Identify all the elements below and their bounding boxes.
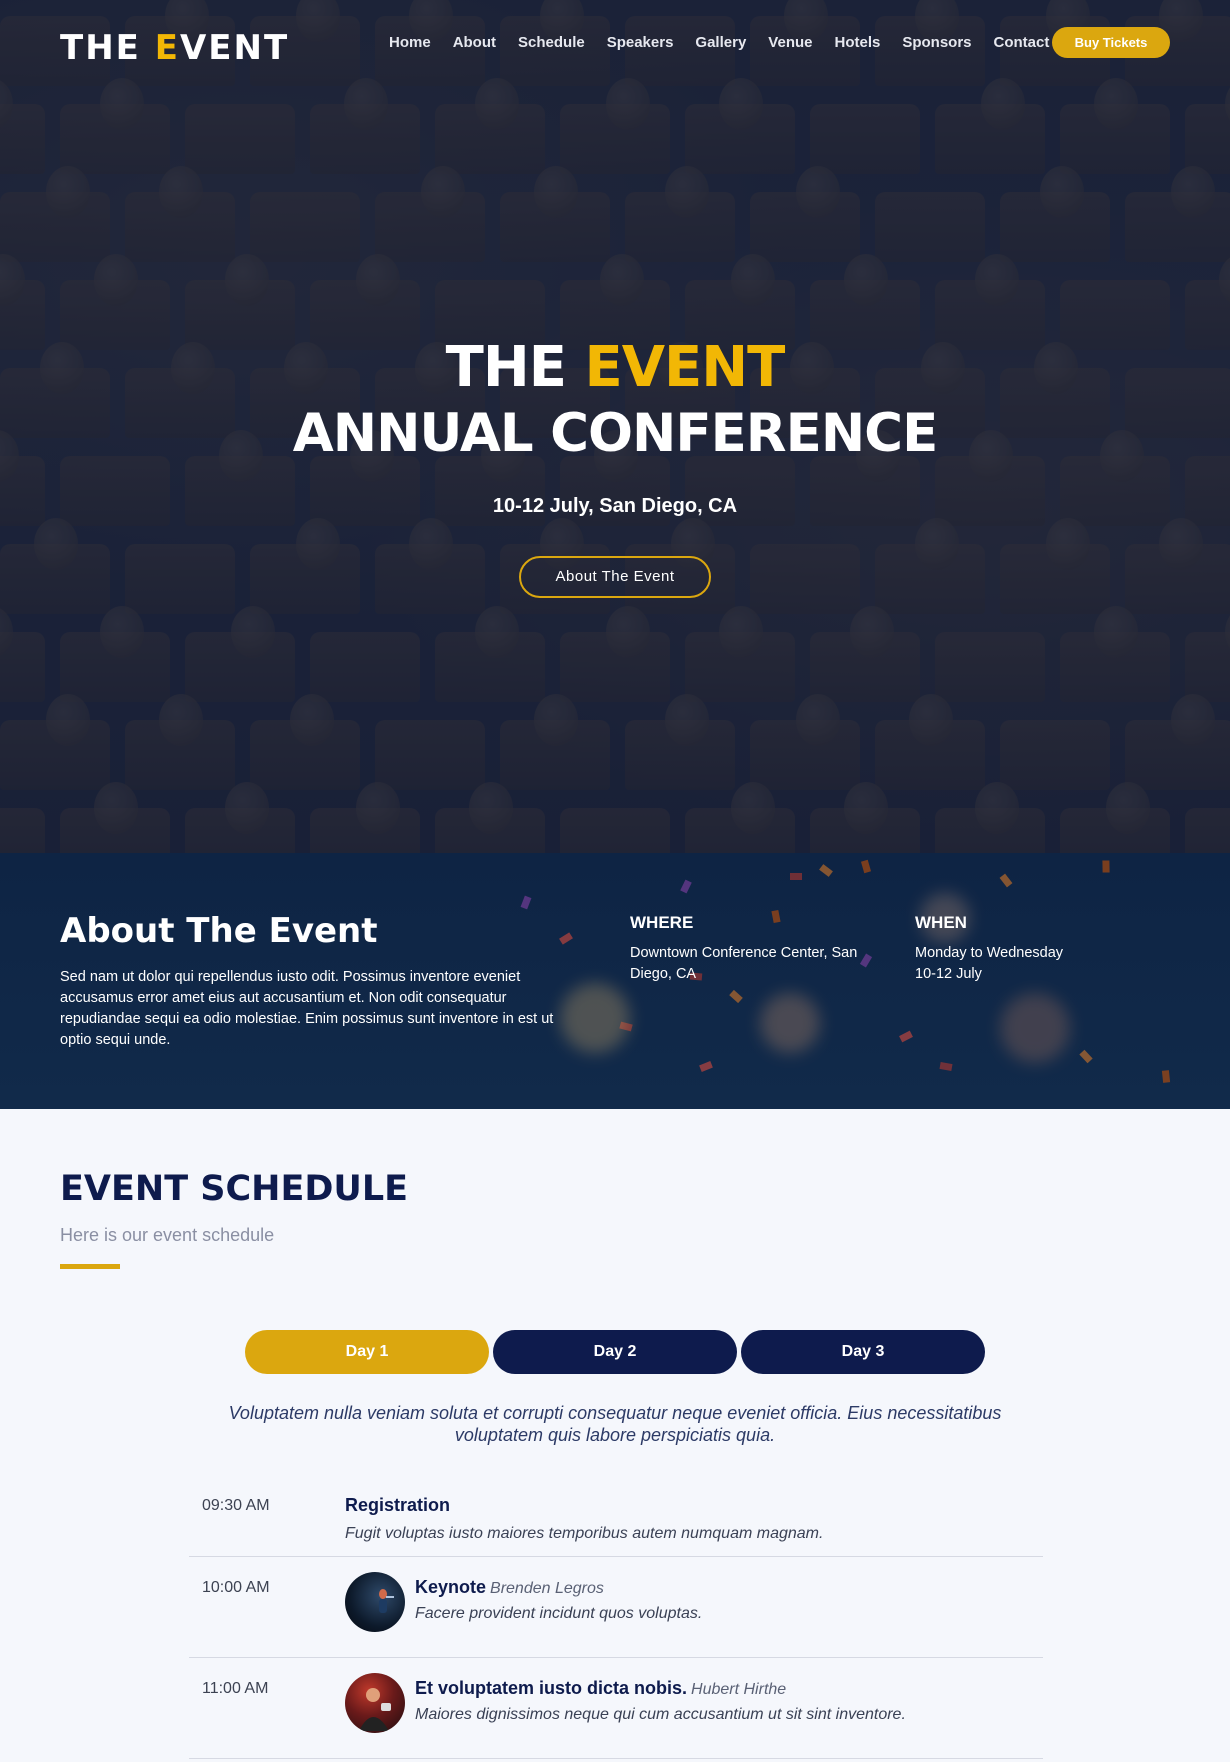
site-logo[interactable]: THE EVENT [60, 28, 289, 68]
confetti-piece [899, 1030, 913, 1043]
title-underline [60, 1264, 120, 1269]
row-title-text: Keynote [415, 1577, 487, 1597]
confetti-piece [1102, 860, 1110, 873]
logo-text-e: E [154, 28, 180, 68]
nav-link-schedule[interactable]: Schedule [507, 33, 596, 53]
speaker-avatar[interactable] [345, 1673, 405, 1733]
speaker-photo-icon [359, 1688, 391, 1731]
tab-day-1[interactable]: Day 1 [245, 1330, 489, 1374]
confetti-piece [699, 1061, 713, 1072]
row-speaker[interactable]: Hubert Hirthe [691, 1681, 786, 1698]
tab-day-3[interactable]: Day 3 [741, 1330, 985, 1374]
when-days: Monday to Wednesday [915, 945, 1064, 961]
schedule-row[interactable]: 11:00 AM Et voluptatem iusto dicta nobis… [189, 1658, 1043, 1759]
nav-link-hotels[interactable]: Hotels [823, 33, 891, 53]
nav-link-gallery[interactable]: Gallery [684, 33, 757, 53]
about-body: Sed nam ut dolor qui repellendus iusto o… [60, 969, 554, 1048]
schedule-section: EVENT SCHEDULE Here is our event schedul… [0, 1109, 1230, 1762]
hero-title-event: EVENT [584, 335, 785, 400]
confetti-piece [771, 909, 781, 924]
confetti-piece [999, 873, 1013, 888]
day-tabs: Day 1 Day 2 Day 3 [245, 1330, 985, 1374]
confetti-piece [680, 879, 692, 894]
day-description: Voluptatem nulla veniam soluta et corrup… [228, 1403, 1002, 1445]
when-body: Monday to Wednesday 10-12 July [915, 943, 1175, 985]
row-desc: Fugit voluptas iusto maiores temporibus … [345, 1525, 824, 1542]
when-title: WHEN [915, 913, 967, 932]
confetti-piece [1161, 1070, 1171, 1083]
where-title: WHERE [630, 913, 694, 932]
row-time: 10:00 AM [202, 1579, 270, 1596]
schedule-row[interactable]: 10:00 AM Keynote Brenden Legros Facere pr… [189, 1557, 1043, 1658]
hero-date: 10-12 July, San Diego, CA [492, 495, 738, 517]
confetti-piece [729, 989, 743, 1004]
about-event-button[interactable]: About The Event [519, 556, 711, 598]
bokeh-light [1000, 993, 1070, 1063]
confetti-piece [520, 895, 532, 910]
nav-link-home[interactable]: Home [378, 33, 442, 53]
row-time: 11:00 AM [202, 1680, 269, 1697]
schedule-subtitle: Here is our event schedule [60, 1225, 275, 1245]
hero-title-line2: ANNUAL CONFERENCE [292, 403, 939, 464]
row-title-text: Et voluptatem iusto dicta nobis. [415, 1678, 688, 1698]
hero-title-line1: THE EVENT [0, 335, 1230, 401]
when-dates: 10-12 July [915, 966, 982, 982]
tab-day-2[interactable]: Day 2 [493, 1330, 737, 1374]
confetti-piece [939, 1062, 953, 1071]
logo-text-vent: VENT [179, 28, 290, 68]
navbar: THE EVENT Home About Schedule Speakers G… [0, 0, 1230, 86]
nav-link-sponsors[interactable]: Sponsors [891, 33, 982, 53]
confetti-piece [559, 932, 573, 945]
nav-link-about[interactable]: About [442, 33, 507, 53]
schedule-row[interactable]: 09:30 AM Registration Fugit voluptas ius… [189, 1479, 1043, 1557]
about-title: About The Event [60, 911, 378, 951]
confetti-piece [860, 859, 872, 874]
confetti-piece [819, 864, 833, 877]
nav-link-venue[interactable]: Venue [757, 33, 823, 53]
speaker-photo-icon [379, 1589, 394, 1613]
confetti-piece [1079, 1049, 1093, 1064]
speaker-avatar[interactable] [345, 1572, 405, 1632]
row-title: Et voluptatem iusto dicta nobis. Hubert H… [415, 1678, 786, 1699]
row-title: Registration [345, 1495, 450, 1516]
row-speaker[interactable]: Brenden Legros [490, 1580, 604, 1597]
row-title: Keynote Brenden Legros [415, 1577, 604, 1598]
confetti-piece [790, 873, 802, 880]
schedule-list: 09:30 AM Registration Fugit voluptas ius… [189, 1479, 1043, 1759]
nav-menu: Home About Schedule Speakers Gallery Ven… [378, 33, 1060, 53]
nav-link-contact[interactable]: Contact [983, 33, 1061, 53]
where-body: Downtown Conference Center, San Diego, C… [630, 945, 858, 982]
row-desc: Maiores dignissimos neque qui cum accusa… [415, 1706, 906, 1723]
about-section: About The Event Sed nam ut dolor qui rep… [0, 853, 1230, 1109]
row-time: 09:30 AM [202, 1497, 270, 1514]
logo-text-the: THE [60, 28, 155, 68]
buy-tickets-button[interactable]: Buy Tickets [1052, 27, 1170, 58]
hero-content: THE EVENT ANNUAL CONFERENCE 10-12 July, … [0, 335, 1230, 598]
hero-section: THE EVENT Home About Schedule Speakers G… [0, 0, 1230, 853]
schedule-title: EVENT SCHEDULE [60, 1169, 409, 1209]
row-title-text: Registration [345, 1495, 451, 1515]
bokeh-light [760, 993, 820, 1053]
row-desc: Facere provident incidunt quos voluptas. [415, 1605, 703, 1622]
hero-title-the: THE [445, 335, 567, 400]
nav-link-speakers[interactable]: Speakers [596, 33, 685, 53]
